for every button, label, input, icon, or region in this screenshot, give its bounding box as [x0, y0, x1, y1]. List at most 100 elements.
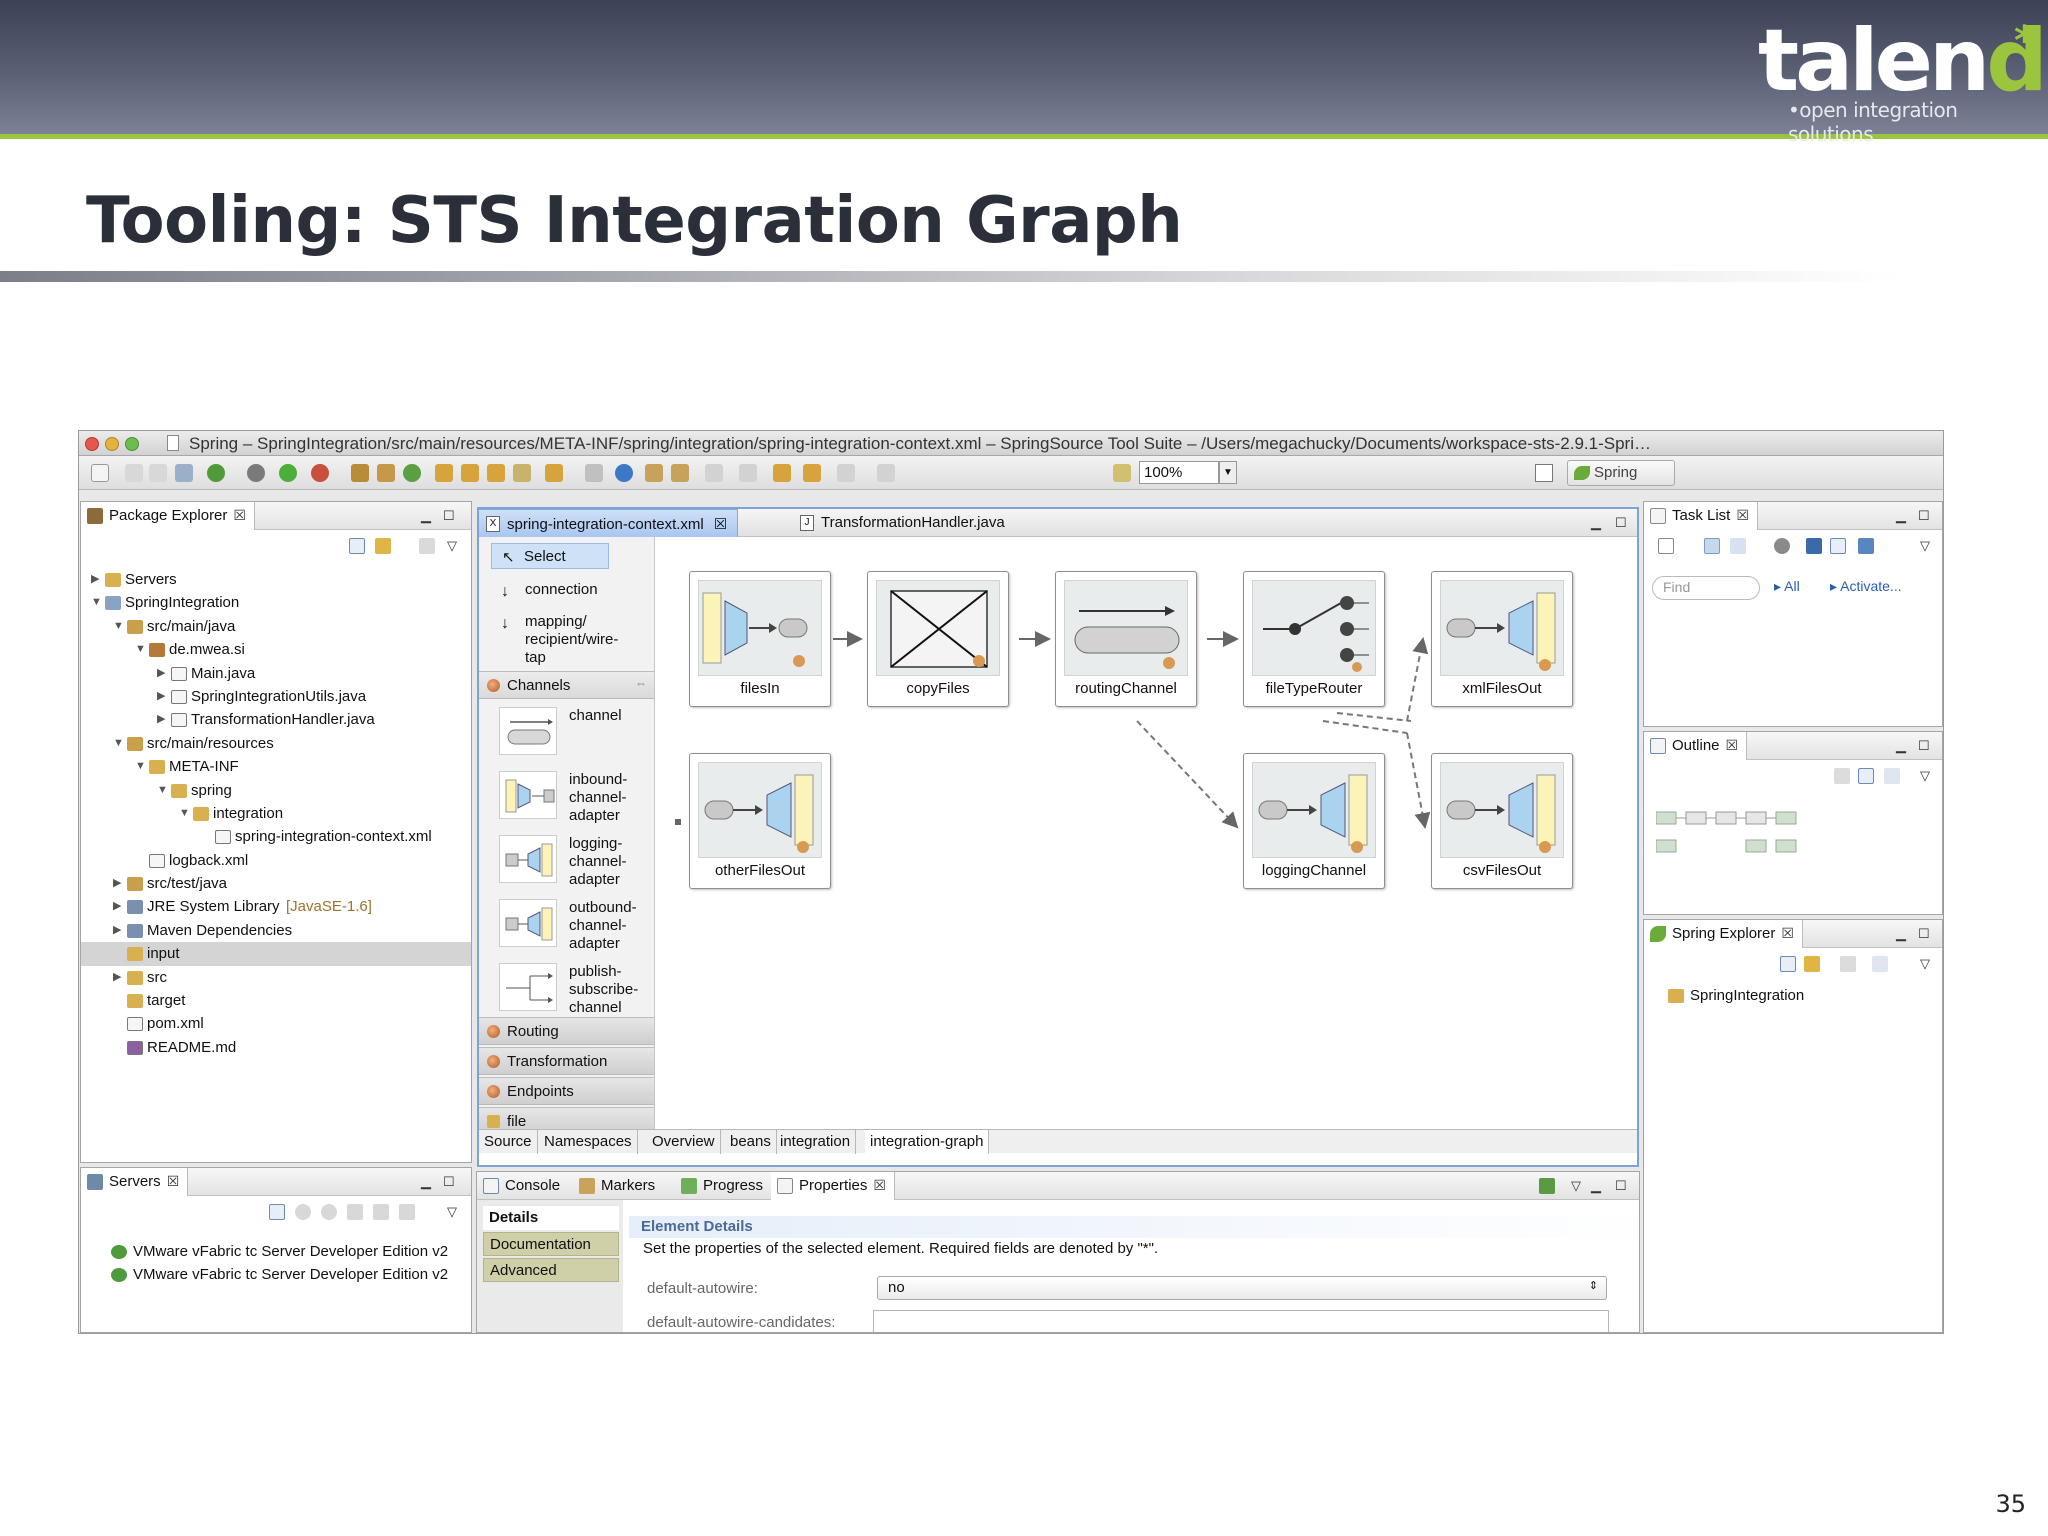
tree-item[interactable]: ▶ JRE System Library [JavaSE-1.6]	[81, 895, 471, 918]
back-icon[interactable]	[803, 464, 821, 482]
link-with-editor-icon[interactable]	[375, 538, 391, 554]
chevron-right-icon[interactable]: ▶	[113, 966, 125, 989]
zoom-level-field[interactable]: 100%	[1139, 461, 1219, 484]
open-type-icon[interactable]	[435, 464, 453, 482]
hide-completed-icon[interactable]	[1806, 538, 1822, 554]
filter-icon[interactable]	[1834, 768, 1850, 784]
spring-leaf-icon[interactable]	[207, 464, 225, 482]
tree-item[interactable]: ▶ Main.java	[81, 662, 471, 685]
new-task-icon[interactable]	[1658, 538, 1674, 554]
node-otherfilesout[interactable]: otherFilesOut	[689, 753, 831, 889]
activate-link[interactable]: ▸ Activate...	[1830, 578, 1902, 595]
tree-item[interactable]: ▼ META-INF	[81, 755, 471, 778]
pen-icon[interactable]	[513, 464, 531, 482]
next-annotation-icon[interactable]	[705, 464, 723, 482]
pin-icon[interactable]	[877, 464, 895, 482]
tab-package-explorer[interactable]: Package Explorer ☒	[81, 502, 255, 530]
node-copyfiles[interactable]: copyFiles	[867, 571, 1009, 707]
minimize-icon[interactable]: ▁	[1591, 515, 1601, 531]
profile-server-icon[interactable]	[347, 1204, 363, 1220]
folder-open-icon[interactable]	[545, 464, 563, 482]
view-menu-icon[interactable]: ▽	[1920, 538, 1930, 554]
maximize-icon[interactable]: ☐	[443, 508, 455, 524]
new-wizard-icon[interactable]	[91, 464, 109, 482]
tab-properties[interactable]: Properties ☒	[771, 1172, 895, 1200]
new-package-icon[interactable]	[377, 464, 395, 482]
collapse-all-icon[interactable]	[1780, 956, 1796, 972]
tab-progress[interactable]: Progress	[675, 1172, 771, 1200]
debug-icon[interactable]	[247, 464, 265, 482]
nav-advanced[interactable]: Advanced	[483, 1258, 619, 1282]
tree-item[interactable]: ▼ integration	[81, 802, 471, 825]
mapping-tool[interactable]: ↓ mapping/ recipient/wire- tap	[479, 613, 649, 667]
inbound-channel-adapter-tool[interactable]: inbound- channel- adapter	[499, 771, 649, 827]
tab-markers[interactable]: Markers	[573, 1172, 663, 1200]
stop-server-icon[interactable]	[373, 1204, 389, 1220]
scheduled-icon[interactable]	[1730, 538, 1746, 554]
view-menu-icon[interactable]: ▽	[447, 538, 457, 554]
publish-icon[interactable]	[399, 1204, 415, 1220]
link-with-editor-icon[interactable]	[1804, 956, 1820, 972]
channels-drawer[interactable]: Channels ⇔	[479, 671, 654, 699]
pin-view-icon[interactable]	[1539, 1178, 1555, 1194]
chevron-right-icon[interactable]: ▶	[157, 685, 169, 708]
tree-item[interactable]: ▼ SpringIntegration	[81, 591, 471, 614]
tab-spring-integration-context[interactable]: X spring-integration-context.xml ☒	[479, 509, 739, 537]
tab-console[interactable]: Console	[477, 1172, 568, 1200]
tree-item[interactable]: ▼ src/main/java	[81, 615, 471, 638]
chevron-down-icon[interactable]: ▼	[1219, 461, 1237, 484]
collapse-all-icon[interactable]	[1858, 768, 1874, 784]
tab-integration-graph[interactable]: integration-graph	[865, 1130, 990, 1154]
tree-item[interactable]: README.md	[81, 1036, 471, 1059]
minimize-icon[interactable]: ▁	[1896, 926, 1906, 942]
search-icon[interactable]	[671, 464, 689, 482]
synchronize-icon[interactable]	[1858, 538, 1874, 554]
outbound-channel-adapter-tool[interactable]: outbound- channel- adapter	[499, 899, 649, 955]
minimize-icon[interactable]: ▁	[1591, 1178, 1601, 1194]
minimize-icon[interactable]: ▁	[421, 1174, 431, 1190]
previous-annotation-icon[interactable]	[739, 464, 757, 482]
close-icon[interactable]: ☒	[714, 516, 727, 533]
last-edit-icon[interactable]	[773, 464, 791, 482]
tab-integration[interactable]: integration	[775, 1130, 857, 1154]
tab-namespaces[interactable]: Namespaces	[539, 1130, 638, 1154]
open-resource-icon[interactable]	[461, 464, 479, 482]
publish-subscribe-channel-tool[interactable]: publish- subscribe- channel	[499, 963, 649, 1019]
tree-item[interactable]: ▶ src	[81, 966, 471, 989]
routing-drawer[interactable]: Routing	[479, 1017, 654, 1045]
chevron-right-icon[interactable]: ▶	[113, 895, 125, 918]
select-tool[interactable]: ↖ Select	[491, 543, 609, 569]
tab-spring-explorer[interactable]: Spring Explorer ☒	[1644, 920, 1803, 948]
view-menu-icon[interactable]: ▽	[1920, 956, 1930, 972]
all-link[interactable]: ▸ All	[1774, 578, 1800, 595]
close-icon[interactable]: ☒	[1736, 507, 1749, 523]
minimize-icon[interactable]: ▁	[421, 508, 431, 524]
chevron-down-icon[interactable]: ▼	[157, 779, 169, 802]
tab-servers[interactable]: Servers ☒	[81, 1168, 189, 1196]
tree-item[interactable]: ▼ spring	[81, 779, 471, 802]
tree-item[interactable]: ▼ src/main/resources	[81, 732, 471, 755]
task-find-input[interactable]: Find	[1652, 576, 1760, 600]
maximize-icon[interactable]: ☐	[443, 1174, 455, 1190]
view-menu-icon[interactable]: ▽	[1920, 768, 1930, 784]
open-perspective-icon[interactable]	[1535, 464, 1553, 482]
chevron-right-icon[interactable]: ▶	[113, 872, 125, 895]
node-filetyperouter[interactable]: fileTypeRouter	[1243, 571, 1385, 707]
chevron-down-icon[interactable]: ▼	[135, 755, 147, 778]
spring-project-item[interactable]: SpringIntegration	[1668, 984, 1928, 1007]
default-autowire-candidates-input[interactable]	[873, 1310, 1609, 1332]
node-xmlfilesout[interactable]: xmlFilesOut	[1431, 571, 1573, 707]
nav-documentation[interactable]: Documentation	[483, 1232, 619, 1256]
close-icon[interactable]: ☒	[233, 507, 246, 523]
new-java-project-icon[interactable]	[351, 464, 369, 482]
start-server-icon[interactable]	[321, 1204, 337, 1220]
tree-item[interactable]: ▶ SpringIntegrationUtils.java	[81, 685, 471, 708]
tab-transformation-handler[interactable]: J TransformationHandler.java	[793, 509, 1015, 537]
chevron-down-icon[interactable]: ▼	[113, 615, 125, 638]
transformation-drawer[interactable]: Transformation	[479, 1047, 654, 1075]
chevron-down-icon[interactable]: ▼	[179, 802, 191, 825]
tree-item[interactable]: spring-integration-context.xml	[81, 825, 471, 848]
chevron-down-icon[interactable]: ▼	[135, 638, 147, 661]
maximize-icon[interactable]: ☐	[1918, 738, 1930, 754]
save-icon[interactable]	[125, 464, 143, 482]
